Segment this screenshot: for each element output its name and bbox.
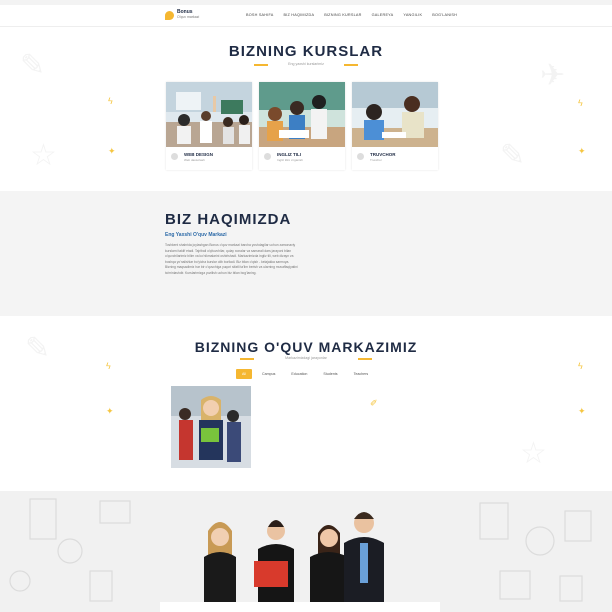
- course-image: [166, 82, 252, 147]
- main-nav: BOSH SAHIFA BIZ HAQIMIZDA BIZNING KURSLA…: [246, 13, 457, 17]
- about-text: Toshkent shahrida joylashgan Bonus o'quv…: [165, 243, 298, 275]
- course-image: [259, 82, 345, 147]
- tab-all[interactable]: All: [236, 369, 252, 379]
- course-name: INGLIZ TILI: [277, 152, 301, 157]
- title-line-left: [240, 358, 254, 360]
- about-subtitle: Eng Yaxshi O'quv Markazi: [165, 232, 227, 238]
- course-card[interactable]: TRUVCHOR Truvchor: [352, 82, 438, 170]
- about-section: BIZ HAQIMIZDA Eng Yaxshi O'quv Markazi T…: [0, 191, 612, 316]
- tab-students[interactable]: Students: [317, 369, 343, 379]
- center-title: BIZNING O'QUV MARKAZIMIZ: [194, 339, 418, 355]
- globe-icon: [264, 153, 271, 160]
- nav-item-home[interactable]: BOSH SAHIFA: [246, 13, 274, 17]
- course-card[interactable]: WEB DESIGN Web dasturlash: [166, 82, 252, 170]
- team-card: [160, 602, 440, 612]
- course-name: WEB DESIGN: [184, 152, 214, 157]
- course-card[interactable]: INGLIZ TILI Ingliz tilini o'rganish: [259, 82, 345, 170]
- tab-teachers[interactable]: Teachers: [348, 369, 375, 379]
- team-illustration: [9, 498, 592, 612]
- course-desc: Web dasturlash: [184, 158, 205, 162]
- courses-subtitle: Eng yaxshi kurslarimiz: [288, 62, 324, 66]
- logo-subtitle: O'quv markazi: [177, 15, 200, 19]
- monitor-icon: [171, 153, 178, 160]
- nav-item-gallery[interactable]: GALEREYA: [372, 13, 394, 17]
- nav-item-contact[interactable]: BOG'LANISH: [432, 13, 457, 17]
- book-icon: [357, 153, 364, 160]
- logo-icon: [165, 10, 174, 20]
- about-title: BIZ HAQIMIZDA: [165, 211, 292, 228]
- course-desc: Truvchor: [370, 158, 382, 162]
- site-header: Bonus O'quv markazi BOSH SAHIFA BIZ HAQI…: [0, 5, 612, 27]
- nav-item-courses[interactable]: BIZNING KURSLAR: [324, 13, 361, 17]
- nav-item-about[interactable]: BIZ HAQIMIZDA: [284, 13, 315, 17]
- center-subtitle: Markazimizdagi jarayonlar: [285, 356, 327, 360]
- course-desc: Ingliz tilini o'rganish: [277, 158, 303, 162]
- title-line-right: [358, 358, 372, 360]
- courses-title: BIZNING KURSLAR: [228, 43, 384, 60]
- title-line-right: [344, 64, 358, 66]
- nav-item-news[interactable]: YANGILIK: [403, 13, 422, 17]
- gallery-tabs: All Campus Education Students Teachers: [236, 369, 374, 379]
- tab-education[interactable]: Education: [285, 369, 313, 379]
- team-section: [0, 491, 612, 612]
- tab-campus[interactable]: Campus: [256, 369, 281, 379]
- course-image: [352, 82, 438, 147]
- gallery-photo[interactable]: [171, 386, 251, 468]
- course-name: TRUVCHOR: [370, 152, 396, 157]
- logo[interactable]: Bonus O'quv markazi: [165, 10, 199, 20]
- title-line-left: [254, 64, 268, 66]
